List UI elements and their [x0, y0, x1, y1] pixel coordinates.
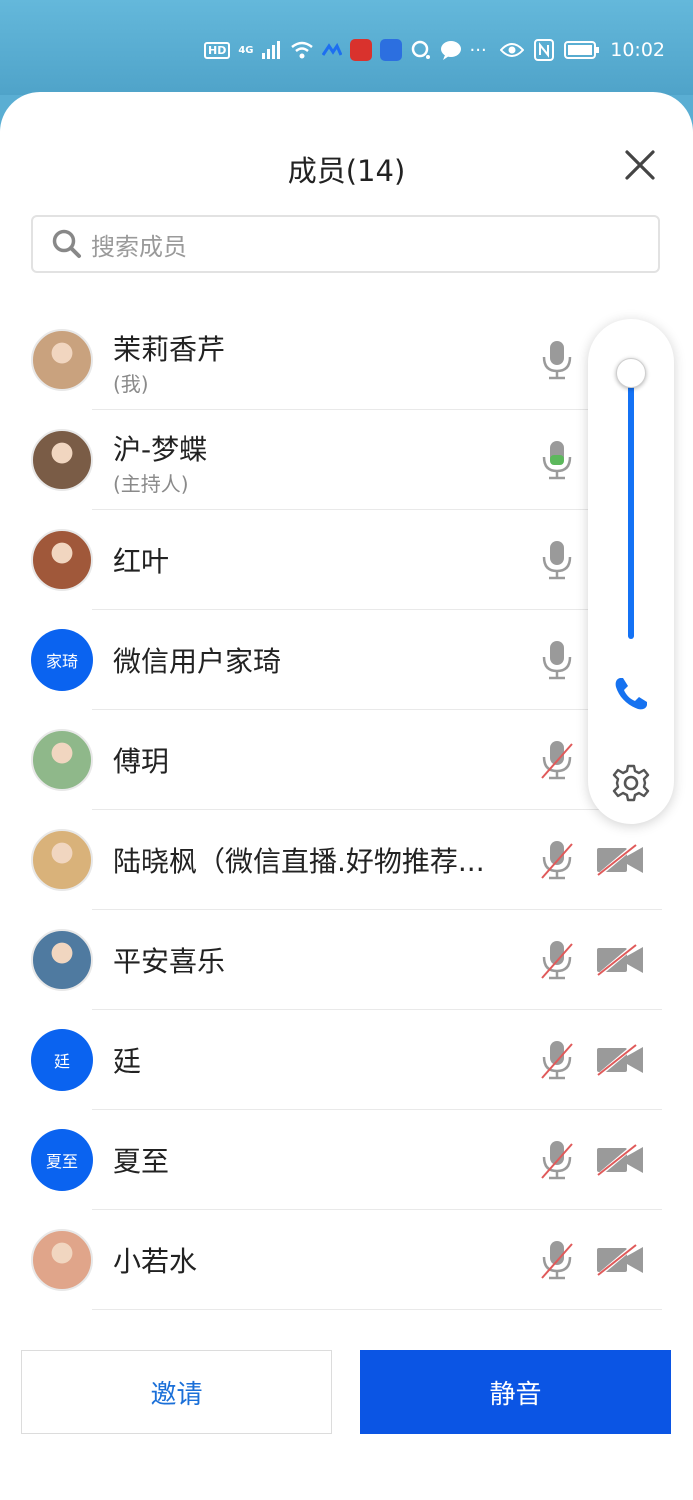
avatar	[31, 529, 93, 591]
member-name: 夏至	[113, 1145, 170, 1178]
member-name: 廷	[113, 1045, 142, 1078]
avatar: 夏至	[31, 1129, 93, 1191]
hd-badge: HD	[204, 41, 231, 59]
member-name: 小若水	[113, 1245, 198, 1278]
member-role: (主持人)	[113, 472, 189, 496]
member-name: 傅玥	[113, 745, 170, 778]
browser-app-icon	[379, 39, 402, 61]
camera-off-icon[interactable]	[596, 1244, 646, 1276]
avatar	[31, 329, 93, 391]
mic-icon[interactable]	[540, 440, 574, 480]
mic-muted-icon[interactable]	[540, 940, 574, 980]
mic-muted-icon[interactable]	[540, 1140, 574, 1180]
member-row[interactable]: 廷廷	[0, 1010, 693, 1110]
avatar	[31, 829, 93, 891]
more-notifications: ···	[469, 39, 487, 61]
member-name: 沪-梦蝶	[113, 433, 208, 466]
row-divider	[92, 1309, 662, 1310]
search-input[interactable]: 搜索成员	[31, 215, 660, 273]
invite-button[interactable]: 邀请	[21, 1350, 332, 1434]
status-bar: HD 4G ··· 10:02	[0, 0, 693, 95]
network-label: 4G	[238, 44, 254, 56]
mic-muted-icon[interactable]	[540, 1040, 574, 1080]
wifi-icon	[290, 41, 313, 59]
member-name: 微信用户家琦	[113, 645, 282, 678]
moments-icon	[411, 40, 430, 59]
mic-muted-icon[interactable]	[540, 1240, 574, 1280]
signal-icon	[261, 41, 280, 59]
mic-icon[interactable]	[540, 340, 574, 380]
search-placeholder: 搜索成员	[91, 232, 187, 261]
member-name: 陆晓枫（微信直播.好物推荐...	[113, 845, 485, 878]
member-role: (我)	[113, 372, 149, 396]
call-control-panel	[588, 319, 674, 824]
mic-muted-icon[interactable]	[540, 740, 574, 780]
phone-icon[interactable]	[612, 675, 650, 713]
member-name: 茉莉香芹	[113, 333, 226, 366]
avatar: 廷	[31, 1029, 93, 1091]
avatar: 家琦	[31, 629, 93, 691]
status-time: 10:02	[610, 39, 665, 61]
avatar	[31, 429, 93, 491]
member-row[interactable]: 陆晓枫（微信直播.好物推荐...	[0, 810, 693, 910]
page-title: 成员(14)	[287, 154, 406, 188]
volume-slider-track[interactable]	[628, 383, 634, 639]
member-name: 平安喜乐	[113, 945, 226, 978]
search-icon	[52, 229, 81, 258]
meeting-app-icon	[321, 43, 342, 56]
mic-icon[interactable]	[540, 540, 574, 580]
camera-off-icon[interactable]	[596, 844, 646, 876]
status-icons-right: 10:02	[500, 36, 665, 64]
avatar	[31, 729, 93, 791]
volume-slider-handle[interactable]	[616, 358, 646, 388]
member-row[interactable]: 平安喜乐	[0, 910, 693, 1010]
camera-off-icon[interactable]	[596, 1144, 646, 1176]
mute-all-button[interactable]: 静音	[360, 1350, 671, 1434]
status-icons-left: HD 4G ···	[204, 36, 487, 64]
avatar	[31, 929, 93, 991]
member-row[interactable]: 小若水	[0, 1210, 693, 1310]
camera-off-icon[interactable]	[596, 944, 646, 976]
gear-icon[interactable]	[611, 763, 651, 803]
voice-recorder-app-icon	[349, 39, 372, 61]
eye-comfort-icon	[500, 43, 525, 57]
battery-icon	[564, 41, 600, 59]
members-sheet: 成员(14) 搜索成员 茉莉香芹 (我) 沪-梦蝶 (主持人) 红叶家琦 微信用户家琦 傅玥…	[0, 92, 693, 1500]
member-name: 红叶	[113, 545, 170, 578]
message-icon	[440, 41, 461, 60]
camera-off-icon[interactable]	[596, 1044, 646, 1076]
mic-muted-icon[interactable]	[540, 840, 574, 880]
member-row[interactable]: 夏至 夏至	[0, 1110, 693, 1210]
avatar	[31, 1229, 93, 1291]
close-icon[interactable]	[623, 148, 657, 182]
mic-icon[interactable]	[540, 640, 574, 680]
nfc-icon	[534, 39, 555, 61]
